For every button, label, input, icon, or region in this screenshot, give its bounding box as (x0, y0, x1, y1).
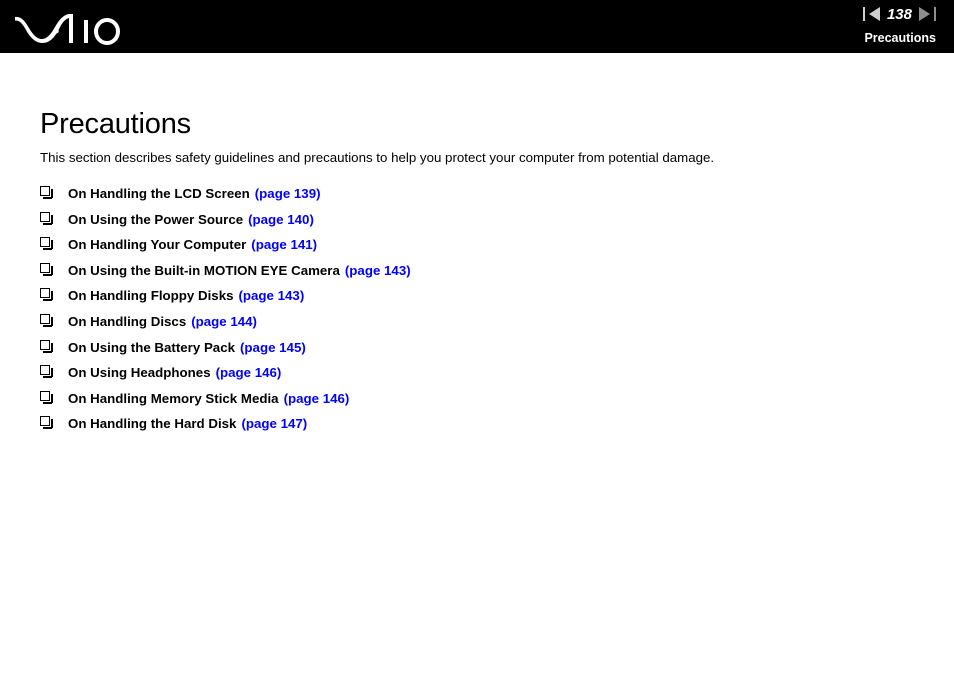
hollow-square-bullet-icon (40, 339, 68, 353)
toc-item-page-ref[interactable]: (page 139) (255, 186, 321, 201)
vaio-logo (14, 8, 130, 46)
triangle-left-icon[interactable] (868, 7, 880, 21)
page-content: Precautions This section describes safet… (0, 53, 954, 674)
hollow-square-bullet-icon (40, 185, 68, 199)
list-item[interactable]: On Handling Your Computer (page 141) (40, 236, 900, 262)
toc-item-label: On Using the Built-in MOTION EYE Camera (68, 262, 340, 278)
toc-item-label: On Using the Power Source (68, 211, 244, 227)
hollow-square-bullet-icon (40, 236, 68, 251)
page-number: 138 (886, 5, 912, 23)
list-item[interactable]: On Handling Floppy Disks (page 143) (40, 287, 900, 313)
toc-item-label: On Handling the Hard Disk (68, 416, 237, 432)
hollow-square-bullet-icon (40, 313, 68, 327)
header-section-label: Precautions (864, 31, 936, 45)
precautions-toc-list: On Handling the LCD Screen (page 139) On… (40, 185, 900, 441)
hollow-square-bullet-icon (40, 364, 68, 379)
triangle-right-icon[interactable] (919, 7, 930, 21)
header-bar: 138 Precautions (0, 0, 954, 53)
toc-item-page-ref[interactable]: (page 146) (284, 391, 350, 406)
toc-item-page-ref[interactable]: (page 144) (191, 314, 257, 329)
hollow-square-bullet-icon (40, 211, 68, 225)
list-item[interactable]: On Using the Power Source (page 140) (40, 211, 900, 237)
toc-item-page-ref[interactable]: (page 145) (240, 340, 306, 355)
toc-item-page-ref[interactable]: (page 143) (238, 288, 304, 303)
toc-item-label: On Using Headphones (68, 365, 211, 381)
prev-page-bar-icon (862, 7, 865, 21)
intro-paragraph: This section describes safety guidelines… (40, 150, 715, 166)
toc-item-label: On Handling the LCD Screen (68, 186, 250, 201)
header-navigation: 138 Precautions (862, 4, 936, 45)
page-title: Precautions (40, 108, 191, 141)
list-item[interactable]: On Using the Battery Pack (page 145) (40, 339, 900, 365)
toc-item-label: On Handling Discs (68, 313, 187, 329)
toc-item-label: On Using the Battery Pack (68, 339, 235, 355)
list-item[interactable]: On Handling Memory Stick Media (page 146… (40, 390, 900, 416)
list-item[interactable]: On Handling the LCD Screen (page 139) (40, 185, 900, 211)
list-item[interactable]: On Handling the Hard Disk (page 147) (40, 415, 900, 441)
toc-item-page-ref[interactable]: (page 141) (251, 237, 317, 252)
hollow-square-bullet-icon (40, 287, 68, 302)
toc-item-page-ref[interactable]: (page 147) (241, 416, 307, 431)
toc-item-page-ref[interactable]: (page 143) (345, 263, 411, 278)
list-item[interactable]: On Using the Built-in MOTION EYE Camera … (40, 262, 900, 288)
page-nav-row: 138 (862, 4, 936, 24)
toc-item-label: On Handling Your Computer (68, 237, 247, 253)
toc-item-label: On Handling Floppy Disks (68, 288, 234, 304)
toc-item-page-ref[interactable]: (page 146) (216, 365, 282, 380)
list-item[interactable]: On Handling Discs (page 144) (40, 313, 900, 339)
hollow-square-bullet-icon (40, 415, 68, 430)
list-item[interactable]: On Using Headphones (page 146) (40, 364, 900, 390)
next-page-bar-icon (934, 7, 936, 21)
hollow-square-bullet-icon (40, 262, 68, 276)
toc-item-page-ref[interactable]: (page 140) (248, 212, 314, 227)
toc-item-label: On Handling Memory Stick Media (68, 390, 279, 406)
hollow-square-bullet-icon (40, 390, 68, 404)
